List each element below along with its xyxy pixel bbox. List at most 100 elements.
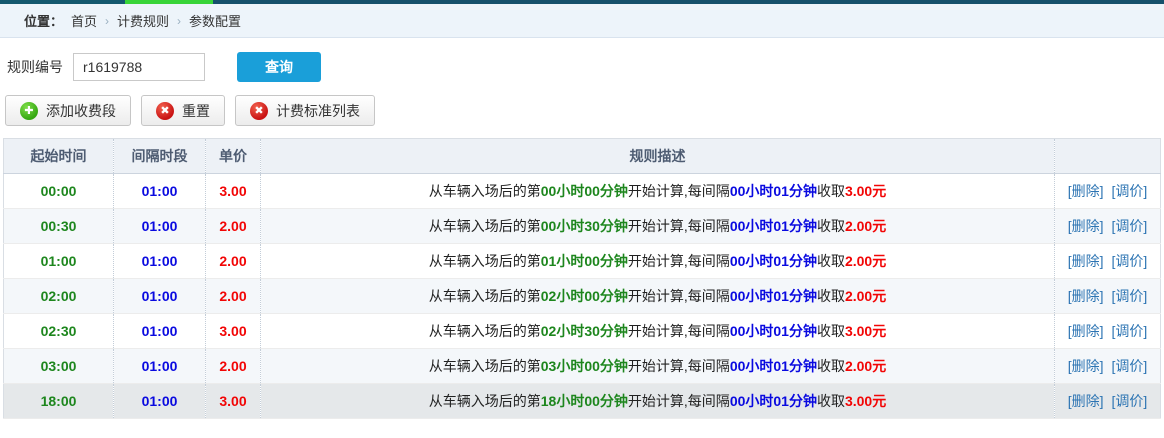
reset-button[interactable]: ✖ 重置 bbox=[141, 95, 225, 126]
interval-value: 01:00 bbox=[142, 218, 178, 234]
desc-start-time: 03小时00分钟 bbox=[541, 358, 628, 374]
desc-interval: 00小时01分钟 bbox=[730, 218, 817, 234]
desc-interval: 00小时01分钟 bbox=[730, 183, 817, 199]
desc-start-time: 02小时00分钟 bbox=[541, 288, 628, 304]
unit-price-value: 3.00 bbox=[219, 323, 246, 339]
row-actions: [删除] [调价] bbox=[1055, 279, 1161, 314]
delete-link[interactable]: [删除] bbox=[1068, 358, 1104, 374]
adjust-price-link[interactable]: [调价] bbox=[1112, 393, 1148, 409]
desc-start-time: 00小时00分钟 bbox=[541, 183, 628, 199]
desc-middle: 开始计算,每间隔 bbox=[628, 218, 730, 234]
unit-price-value: 2.00 bbox=[219, 218, 246, 234]
header-actions bbox=[1055, 139, 1161, 174]
search-form: 规则编号 查询 bbox=[7, 52, 1161, 82]
toolbar: ✚ 添加收费段 ✖ 重置 ✖ 计费标准列表 bbox=[5, 95, 1161, 126]
interval-value: 01:00 bbox=[142, 393, 178, 409]
reset-label: 重置 bbox=[182, 101, 210, 121]
rule-description: 从车辆入场后的第00小时30分钟开始计算,每间隔00小时01分钟收取2.00元 bbox=[261, 209, 1055, 244]
desc-price: 2.00元 bbox=[845, 253, 886, 269]
add-fee-segment-button[interactable]: ✚ 添加收费段 bbox=[5, 95, 131, 126]
breadcrumb-separator-icon: › bbox=[105, 14, 109, 28]
desc-collect: 收取 bbox=[817, 253, 845, 269]
top-accent-green-segment bbox=[125, 0, 213, 4]
desc-collect: 收取 bbox=[817, 323, 845, 339]
desc-prefix: 从车辆入场后的第 bbox=[429, 393, 541, 409]
main-content: 规则编号 查询 ✚ 添加收费段 ✖ 重置 ✖ 计费标准列表 起始时间 间隔时段 … bbox=[0, 52, 1164, 419]
table-row: 02:30 01:00 3.00 从车辆入场后的第02小时30分钟开始计算,每间… bbox=[4, 314, 1161, 349]
desc-start-time: 00小时30分钟 bbox=[541, 218, 628, 234]
adjust-price-link[interactable]: [调价] bbox=[1112, 218, 1148, 234]
desc-prefix: 从车辆入场后的第 bbox=[429, 253, 541, 269]
desc-middle: 开始计算,每间隔 bbox=[628, 358, 730, 374]
desc-interval: 00小时01分钟 bbox=[730, 323, 817, 339]
desc-collect: 收取 bbox=[817, 183, 845, 199]
desc-middle: 开始计算,每间隔 bbox=[628, 288, 730, 304]
cross-circle-icon: ✖ bbox=[250, 102, 268, 120]
table-row: 00:00 01:00 3.00 从车辆入场后的第00小时00分钟开始计算,每间… bbox=[4, 174, 1161, 209]
table-row: 18:00 01:00 3.00 从车辆入场后的第18小时00分钟开始计算,每间… bbox=[4, 384, 1161, 419]
table-row: 00:30 01:00 2.00 从车辆入场后的第00小时30分钟开始计算,每间… bbox=[4, 209, 1161, 244]
desc-middle: 开始计算,每间隔 bbox=[628, 183, 730, 199]
search-button[interactable]: 查询 bbox=[237, 52, 321, 82]
desc-prefix: 从车辆入场后的第 bbox=[429, 183, 541, 199]
add-fee-segment-label: 添加收费段 bbox=[46, 101, 116, 121]
desc-price: 2.00元 bbox=[845, 218, 886, 234]
row-actions: [删除] [调价] bbox=[1055, 174, 1161, 209]
delete-link[interactable]: [删除] bbox=[1068, 323, 1104, 339]
adjust-price-link[interactable]: [调价] bbox=[1112, 183, 1148, 199]
adjust-price-link[interactable]: [调价] bbox=[1112, 323, 1148, 339]
rule-number-label: 规则编号 bbox=[7, 57, 63, 77]
header-unit-price: 单价 bbox=[206, 139, 261, 174]
breadcrumb-item-home[interactable]: 首页 bbox=[71, 11, 97, 30]
delete-link[interactable]: [删除] bbox=[1068, 393, 1104, 409]
row-actions: [删除] [调价] bbox=[1055, 314, 1161, 349]
start-time-value: 01:00 bbox=[41, 253, 77, 269]
desc-collect: 收取 bbox=[817, 288, 845, 304]
breadcrumb-separator-icon: › bbox=[177, 14, 181, 28]
unit-price-value: 3.00 bbox=[219, 393, 246, 409]
desc-interval: 00小时01分钟 bbox=[730, 393, 817, 409]
desc-start-time: 01小时00分钟 bbox=[541, 253, 628, 269]
delete-link[interactable]: [删除] bbox=[1068, 183, 1104, 199]
billing-standard-list-button[interactable]: ✖ 计费标准列表 bbox=[235, 95, 375, 126]
rule-description: 从车辆入场后的第01小时00分钟开始计算,每间隔00小时01分钟收取2.00元 bbox=[261, 244, 1055, 279]
row-actions: [删除] [调价] bbox=[1055, 384, 1161, 419]
rules-table-body: 00:00 01:00 3.00 从车辆入场后的第00小时00分钟开始计算,每间… bbox=[4, 174, 1161, 419]
adjust-price-link[interactable]: [调价] bbox=[1112, 253, 1148, 269]
delete-link[interactable]: [删除] bbox=[1068, 253, 1104, 269]
delete-link[interactable]: [删除] bbox=[1068, 288, 1104, 304]
desc-price: 3.00元 bbox=[845, 393, 886, 409]
adjust-price-link[interactable]: [调价] bbox=[1112, 288, 1148, 304]
unit-price-value: 2.00 bbox=[219, 288, 246, 304]
desc-middle: 开始计算,每间隔 bbox=[628, 253, 730, 269]
desc-price: 2.00元 bbox=[845, 358, 886, 374]
desc-interval: 00小时01分钟 bbox=[730, 253, 817, 269]
start-time-value: 00:30 bbox=[41, 218, 77, 234]
interval-value: 01:00 bbox=[142, 323, 178, 339]
desc-start-time: 02小时30分钟 bbox=[541, 323, 628, 339]
table-row: 01:00 01:00 2.00 从车辆入场后的第01小时00分钟开始计算,每间… bbox=[4, 244, 1161, 279]
start-time-value: 02:00 bbox=[41, 288, 77, 304]
delete-link[interactable]: [删除] bbox=[1068, 218, 1104, 234]
header-rule-description: 规则描述 bbox=[261, 139, 1055, 174]
breadcrumb-label: 位置： bbox=[24, 11, 63, 30]
rule-description: 从车辆入场后的第00小时00分钟开始计算,每间隔00小时01分钟收取3.00元 bbox=[261, 174, 1055, 209]
rule-description: 从车辆入场后的第18小时00分钟开始计算,每间隔00小时01分钟收取3.00元 bbox=[261, 384, 1055, 419]
desc-price: 3.00元 bbox=[845, 183, 886, 199]
rule-description: 从车辆入场后的第02小时00分钟开始计算,每间隔00小时01分钟收取2.00元 bbox=[261, 279, 1055, 314]
interval-value: 01:00 bbox=[142, 358, 178, 374]
adjust-price-link[interactable]: [调价] bbox=[1112, 358, 1148, 374]
breadcrumb-item-billing-rules[interactable]: 计费规则 bbox=[117, 11, 169, 30]
desc-prefix: 从车辆入场后的第 bbox=[429, 288, 541, 304]
desc-collect: 收取 bbox=[817, 218, 845, 234]
desc-middle: 开始计算,每间隔 bbox=[628, 393, 730, 409]
header-interval: 间隔时段 bbox=[114, 139, 206, 174]
desc-price: 2.00元 bbox=[845, 288, 886, 304]
start-time-value: 02:30 bbox=[41, 323, 77, 339]
desc-middle: 开始计算,每间隔 bbox=[628, 323, 730, 339]
rule-number-input[interactable] bbox=[73, 53, 205, 81]
table-row: 03:00 01:00 2.00 从车辆入场后的第03小时00分钟开始计算,每间… bbox=[4, 349, 1161, 384]
breadcrumb-item-param-config[interactable]: 参数配置 bbox=[189, 11, 241, 30]
start-time-value: 03:00 bbox=[41, 358, 77, 374]
interval-value: 01:00 bbox=[142, 183, 178, 199]
